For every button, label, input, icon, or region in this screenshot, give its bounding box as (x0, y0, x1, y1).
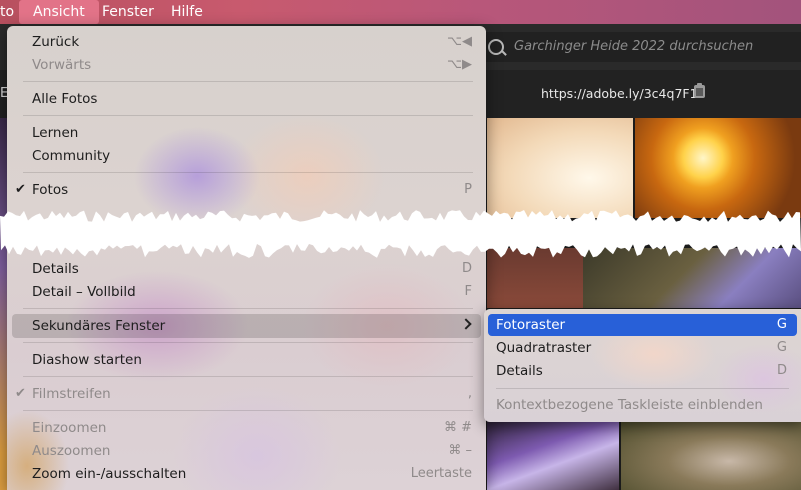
submenu-separator (496, 388, 789, 389)
menu-item-learn[interactable]: Lernen (32, 123, 78, 143)
menu-fenster[interactable]: Fenster (102, 0, 154, 24)
menu-item-all-photos[interactable]: Alle Fotos (32, 89, 97, 109)
share-url[interactable]: https://adobe.ly/3c4q7F1 (541, 86, 698, 101)
shortcut-detail-fullscreen: F (464, 284, 472, 299)
shortcut-forward: ⌥▶ (447, 57, 472, 72)
search-input[interactable]: Garchinger Heide 2022 durchsuchen (478, 32, 801, 62)
menu-separator (23, 115, 473, 116)
shortcut-photos: P (464, 182, 472, 197)
menu-separator (23, 410, 473, 411)
torn-paper-divider (0, 210, 801, 258)
photo-thumbnail[interactable] (621, 418, 801, 490)
menu-separator (23, 308, 473, 309)
photo-thumbnail[interactable] (487, 118, 633, 218)
checkmark-icon: ✔ (15, 386, 26, 401)
menu-item-back[interactable]: Zurück (32, 32, 79, 52)
search-icon (488, 39, 504, 55)
submenu-item-details[interactable]: Details (496, 361, 543, 381)
shortcut-back: ⌥◀ (447, 34, 472, 49)
menu-separator (23, 376, 473, 377)
shortcut-zoom-in: ⌘ # (443, 420, 472, 435)
menu-item-zoom-in: Einzoomen (32, 420, 107, 436)
menu-separator (23, 172, 473, 173)
menu-item-forward: Vorwärts (32, 57, 92, 73)
shortcut-zoom-out: ⌘ – (448, 443, 472, 458)
clipboard-icon[interactable] (694, 83, 705, 98)
menu-separator (23, 342, 473, 343)
menu-item-zoom-toggle[interactable]: Zoom ein-/ausschalten (32, 464, 186, 484)
menu-item-photos[interactable]: Fotos (32, 180, 68, 200)
secondary-window-submenu: Fotoraster G Quadratraster G Details D K… (484, 309, 801, 422)
menu-item-detail-fullscreen[interactable]: Detail – Vollbild (32, 282, 136, 302)
submenu-item-square-grid[interactable]: Quadratraster (496, 338, 591, 358)
shortcut-photo-grid: G (776, 317, 787, 332)
shortcut-filmstrip: , (467, 386, 472, 401)
menu-bar: to Ansicht Fenster Hilfe (0, 0, 801, 24)
menu-item-zoom-out: Auszoomen (32, 443, 111, 459)
shortcut-square-grid: G (776, 340, 787, 355)
photo-thumbnail[interactable] (487, 418, 619, 490)
menu-item-details[interactable]: Details (32, 259, 79, 279)
menu-item-slideshow[interactable]: Diashow starten (32, 350, 142, 370)
menu-foto[interactable]: to (0, 0, 14, 24)
menu-item-secondary-window[interactable]: Sekundäres Fenster (32, 316, 165, 336)
submenu-item-photo-grid[interactable]: Fotoraster (496, 315, 565, 335)
menu-item-community[interactable]: Community (32, 146, 110, 166)
shortcut-details: D (461, 261, 472, 276)
menu-separator (23, 81, 473, 82)
shortcut-zoom-toggle: Leertaste (410, 466, 472, 481)
shortcut-submenu-details: D (776, 363, 787, 378)
photo-thumbnail[interactable] (635, 118, 801, 218)
submenu-item-context-taskbar: Kontextbezogene Taskleiste einblenden (496, 397, 763, 413)
menu-ansicht[interactable]: Ansicht (19, 0, 99, 24)
menu-item-filmstrip: Filmstreifen (32, 386, 111, 402)
search-placeholder: Garchinger Heide 2022 durchsuchen (514, 39, 754, 54)
checkmark-icon: ✔ (15, 182, 26, 197)
menu-hilfe[interactable]: Hilfe (171, 0, 203, 24)
